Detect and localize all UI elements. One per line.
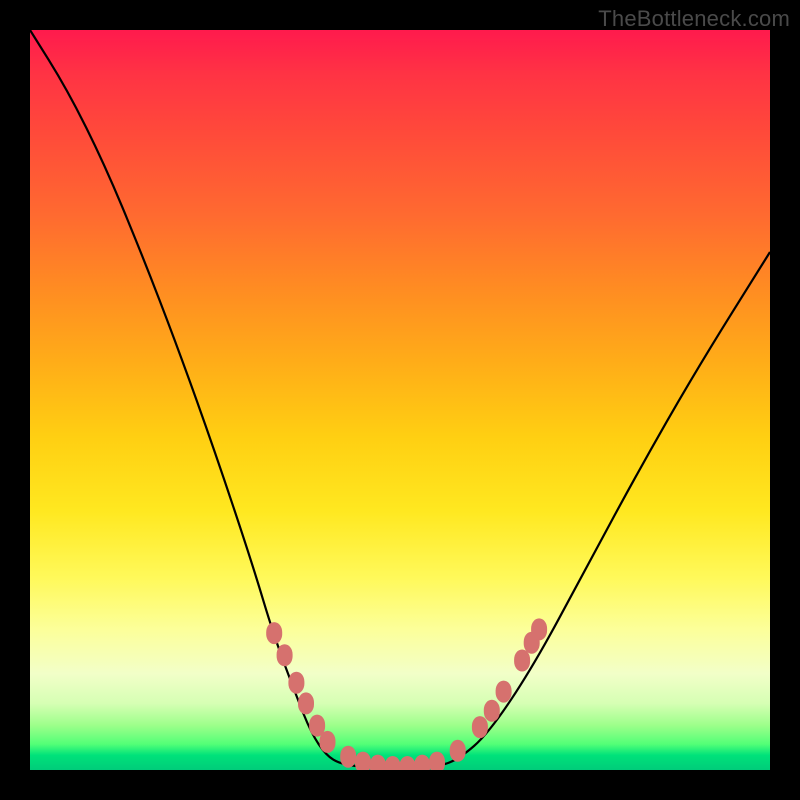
curve-marker [414, 755, 430, 770]
curve-marker [320, 731, 336, 753]
bottleneck-curve [30, 30, 770, 768]
curve-marker [429, 752, 445, 770]
curve-marker [288, 672, 304, 694]
curve-marker [399, 756, 415, 770]
curve-marker [472, 716, 488, 738]
watermark-text: TheBottleneck.com [598, 6, 790, 32]
curve-marker [266, 622, 282, 644]
curve-marker [496, 681, 512, 703]
chart-stage: TheBottleneck.com [0, 0, 800, 800]
marker-group [266, 618, 547, 770]
curve-marker [298, 692, 314, 714]
curve-marker [340, 746, 356, 768]
curve-marker [385, 756, 401, 770]
curve-marker [370, 755, 386, 770]
curve-marker [514, 650, 530, 672]
curve-marker [484, 700, 500, 722]
curve-layer [30, 30, 770, 770]
curve-marker [450, 740, 466, 762]
curve-marker [531, 618, 547, 640]
curve-marker [277, 644, 293, 666]
curve-marker [355, 752, 371, 770]
